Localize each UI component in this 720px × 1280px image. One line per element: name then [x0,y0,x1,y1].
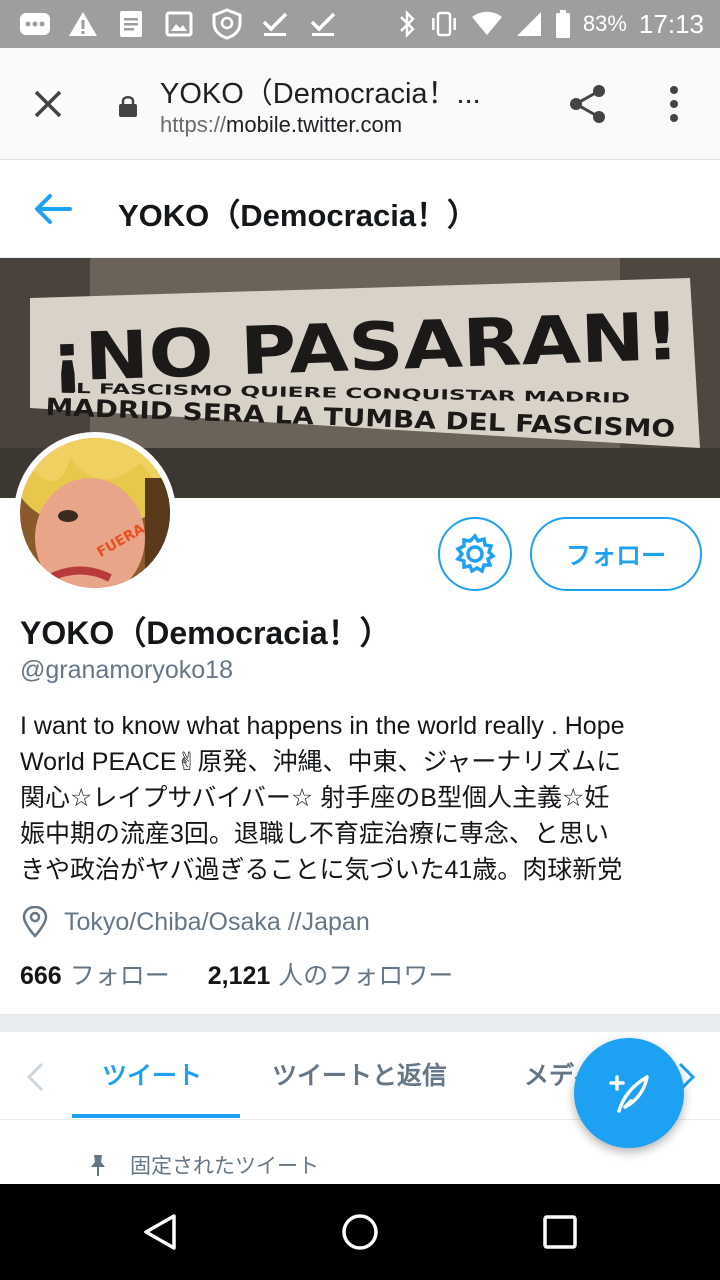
following-label: フォロー [69,961,170,990]
navigation-bar [0,1184,720,1280]
avatar[interactable]: FUERA ABE [14,432,176,594]
following-stat[interactable]: 666 フォロー [20,956,170,992]
pinned-tweet-label: 固定されたツイート [88,1150,319,1180]
document-icon [114,8,148,40]
pin-icon [91,1155,105,1176]
vibrate-icon [431,11,456,37]
profile-stats: 666 フォロー 2,121 人のフォロワー [20,956,453,992]
location-text: Tokyo/Chiba/Osaka //Japan [64,907,370,936]
back-arrow-icon[interactable] [32,188,74,230]
chat-icon [18,8,52,40]
tab-tweets[interactable]: ツイート [102,1056,202,1092]
browser-toolbar: YOKO（Democracia！... https://mobile.twitt… [0,48,720,160]
download-done-icon-2 [306,8,340,40]
more-vert-icon[interactable] [660,84,688,124]
compose-tweet-button[interactable] [574,1038,684,1148]
image-icon [162,8,196,40]
profile-bio: I want to know what happens in the world… [20,712,625,884]
battery-percent: 83% [582,11,627,36]
status-bar: 83% 17:13 [0,0,720,48]
followers-label: 人のフォロワー [278,961,454,990]
followers-count: 2,121 [207,962,271,990]
header-title: YOKO（Democracia！） [118,198,479,233]
profile-handle: @granamoryoko18 [20,656,233,684]
chevron-left-icon[interactable] [22,1060,48,1094]
settings-button[interactable] [438,517,512,591]
profile-header: YOKO（Democracia！） [0,160,720,258]
nav-home-icon[interactable] [340,1212,380,1252]
system-icons: 83% 17:13 [397,6,704,42]
download-done-icon [258,8,292,40]
tab-tweets-replies[interactable]: ツイートと返信 [272,1056,447,1092]
wifi-icon [471,11,502,35]
warning-icon [66,8,100,40]
profile-name: YOKO（Democracia！） [20,615,392,651]
url-host: mobile.twitter.com [226,112,403,137]
section-divider [0,1014,720,1032]
clock: 17:13 [638,8,704,39]
following-count: 666 [20,962,62,990]
followers-stat[interactable]: 2,121 人のフォロワー [208,956,454,992]
nav-recents-icon[interactable] [542,1214,578,1250]
url-text[interactable]: https://mobile.twitter.com [160,112,402,138]
shield-icon [210,8,244,40]
avatar-photo: FUERA ABE [20,438,170,588]
battery-icon [555,10,570,38]
lock-icon [119,96,137,117]
gear-icon [455,533,496,574]
location-pin-icon [22,906,48,938]
url-scheme: https:// [160,112,227,137]
compose-feather-icon [609,1075,649,1113]
close-icon[interactable] [28,84,68,124]
cell-signal-icon [516,12,541,36]
page-title: YOKO（Democracia！... [160,78,481,110]
profile-location: Tokyo/Chiba/Osaka //Japan [20,906,370,938]
follow-button[interactable]: フォロー [530,517,702,591]
pinned-text: 固定されたツイート [130,1154,319,1178]
nav-back-icon[interactable] [140,1212,180,1252]
bluetooth-icon [399,9,415,39]
active-tab-indicator [72,1114,240,1118]
notification-icons [18,8,340,40]
share-icon[interactable] [566,82,610,126]
